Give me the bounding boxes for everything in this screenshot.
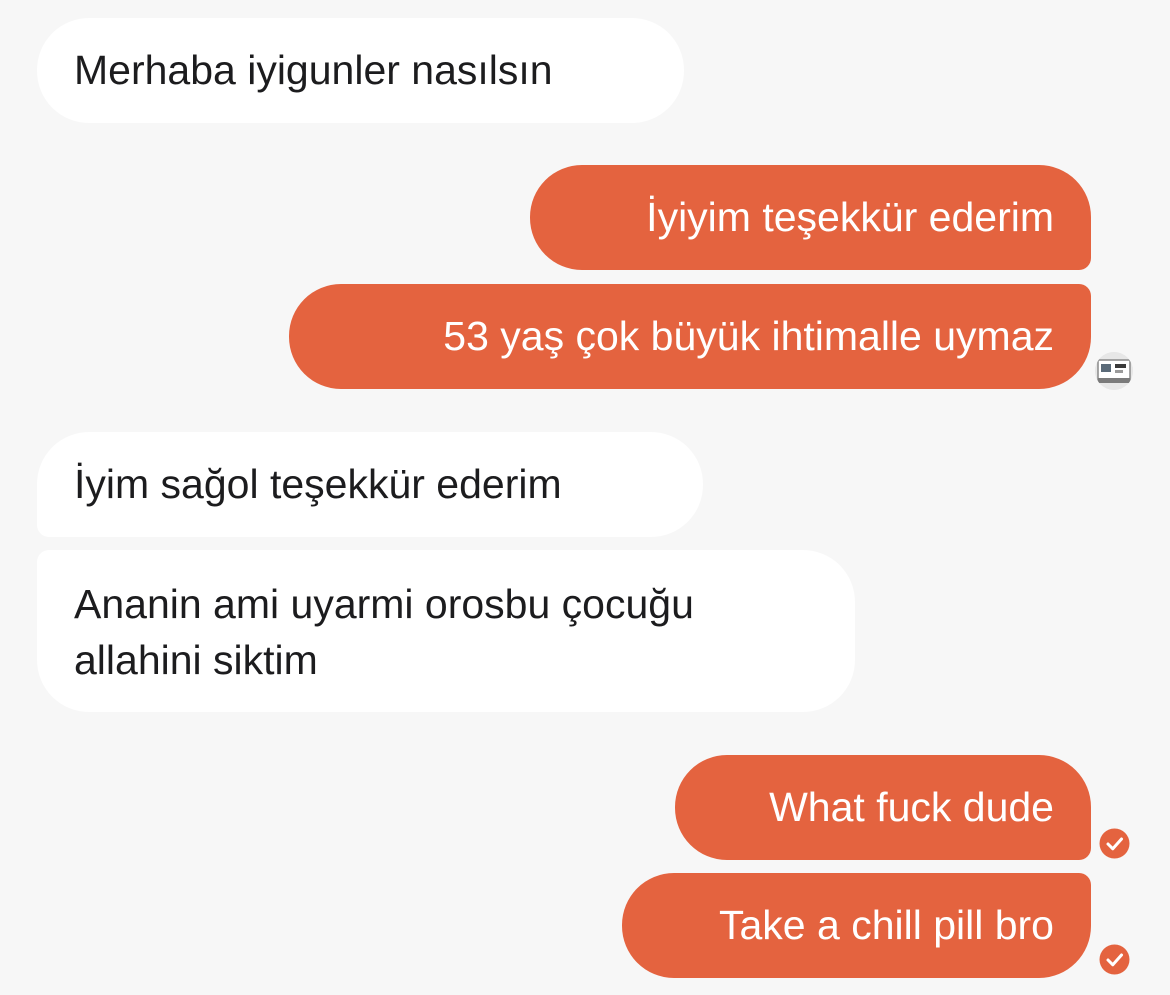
message-text: İyim sağol teşekkür ederim [74, 461, 562, 507]
message-text-line: Ananin ami uyarmi orosbu çocuğu [74, 581, 694, 627]
avatar-thumbnail [1095, 352, 1133, 390]
message-bubble-incoming[interactable]: İyim sağol teşekkür ederim [37, 432, 703, 537]
message-text: What fuck dude [769, 784, 1054, 830]
message-bubble-incoming[interactable]: Merhaba iyigunler nasılsın [37, 18, 684, 123]
message-bubble-outgoing[interactable]: İyiyim teşekkür ederim [530, 165, 1091, 270]
message-text: Take a chill pill bro [719, 902, 1054, 948]
message-bubble-outgoing[interactable]: 53 yaş çok büyük ihtimalle uymaz [289, 284, 1091, 389]
message-text: İyiyim teşekkür ederim [646, 194, 1054, 240]
message-text: Merhaba iyigunler nasılsın [74, 47, 553, 93]
message-text: 53 yaş çok büyük ihtimalle uymaz [443, 313, 1054, 359]
message-bubble-outgoing[interactable]: What fuck dude [675, 755, 1091, 860]
message-text-line: allahini siktim [74, 637, 318, 683]
checkmark-circle-icon [1099, 944, 1130, 975]
seen-avatar [1095, 352, 1133, 390]
checkmark-circle-icon [1099, 828, 1130, 859]
message-bubble-outgoing[interactable]: Take a chill pill bro [622, 873, 1091, 978]
message-bubble-incoming[interactable]: Ananin ami uyarmi orosbu çocuğu allahini… [37, 550, 855, 712]
